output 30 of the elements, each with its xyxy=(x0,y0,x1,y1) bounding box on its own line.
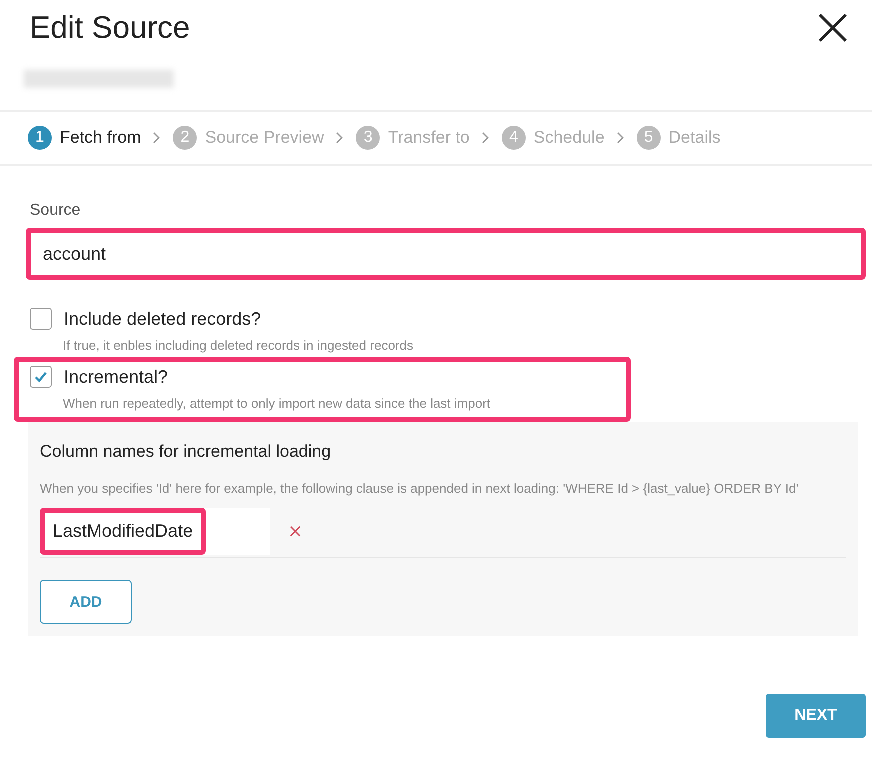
remove-icon[interactable] xyxy=(290,526,301,537)
chevron-icon xyxy=(336,132,344,144)
dialog-title: Edit Source xyxy=(30,10,190,46)
step-number[interactable]: 3 xyxy=(356,126,380,150)
panel-hint: When you specifies 'Id' here for example, the following clause is appended in next loading: 'WHERE Id > {last_value} ORDER BY Id' xyxy=(40,480,800,498)
checkbox[interactable] xyxy=(30,366,52,388)
field-label: Source xyxy=(30,202,82,220)
step-number[interactable]: 4 xyxy=(502,126,526,150)
checkbox[interactable] xyxy=(30,308,52,330)
add-button[interactable]: ADD xyxy=(40,580,132,624)
step-number[interactable]: 1 xyxy=(28,126,52,150)
close-icon[interactable] xyxy=(818,13,848,43)
chevron-icon xyxy=(482,132,490,144)
panel-title: Column names for incremental loading xyxy=(40,442,332,462)
step-number[interactable]: 2 xyxy=(173,126,198,150)
column-name-field[interactable]: LastModifiedDate xyxy=(40,508,206,555)
option-hint: If true, it enbles including deleted records in ingested records xyxy=(63,338,414,353)
checkbox-label: Include deleted records? xyxy=(64,308,262,330)
option-hint: When run repeatedly, attempt to only import new data since the last import xyxy=(63,396,492,411)
checkbox-label: Incremental? xyxy=(64,366,168,388)
step-label[interactable]: Schedule xyxy=(534,128,605,148)
chevron-icon xyxy=(153,132,162,144)
step-label[interactable]: Source Preview xyxy=(205,128,324,148)
step-label[interactable]: Fetch from xyxy=(60,128,142,148)
next-button[interactable]: NEXT xyxy=(766,694,866,738)
step-label[interactable]: Transfer to xyxy=(388,128,470,148)
chevron-icon xyxy=(616,132,625,144)
source-field[interactable]: account xyxy=(26,228,866,280)
step-number[interactable]: 5 xyxy=(636,126,661,150)
step-label[interactable]: Details xyxy=(668,128,721,148)
